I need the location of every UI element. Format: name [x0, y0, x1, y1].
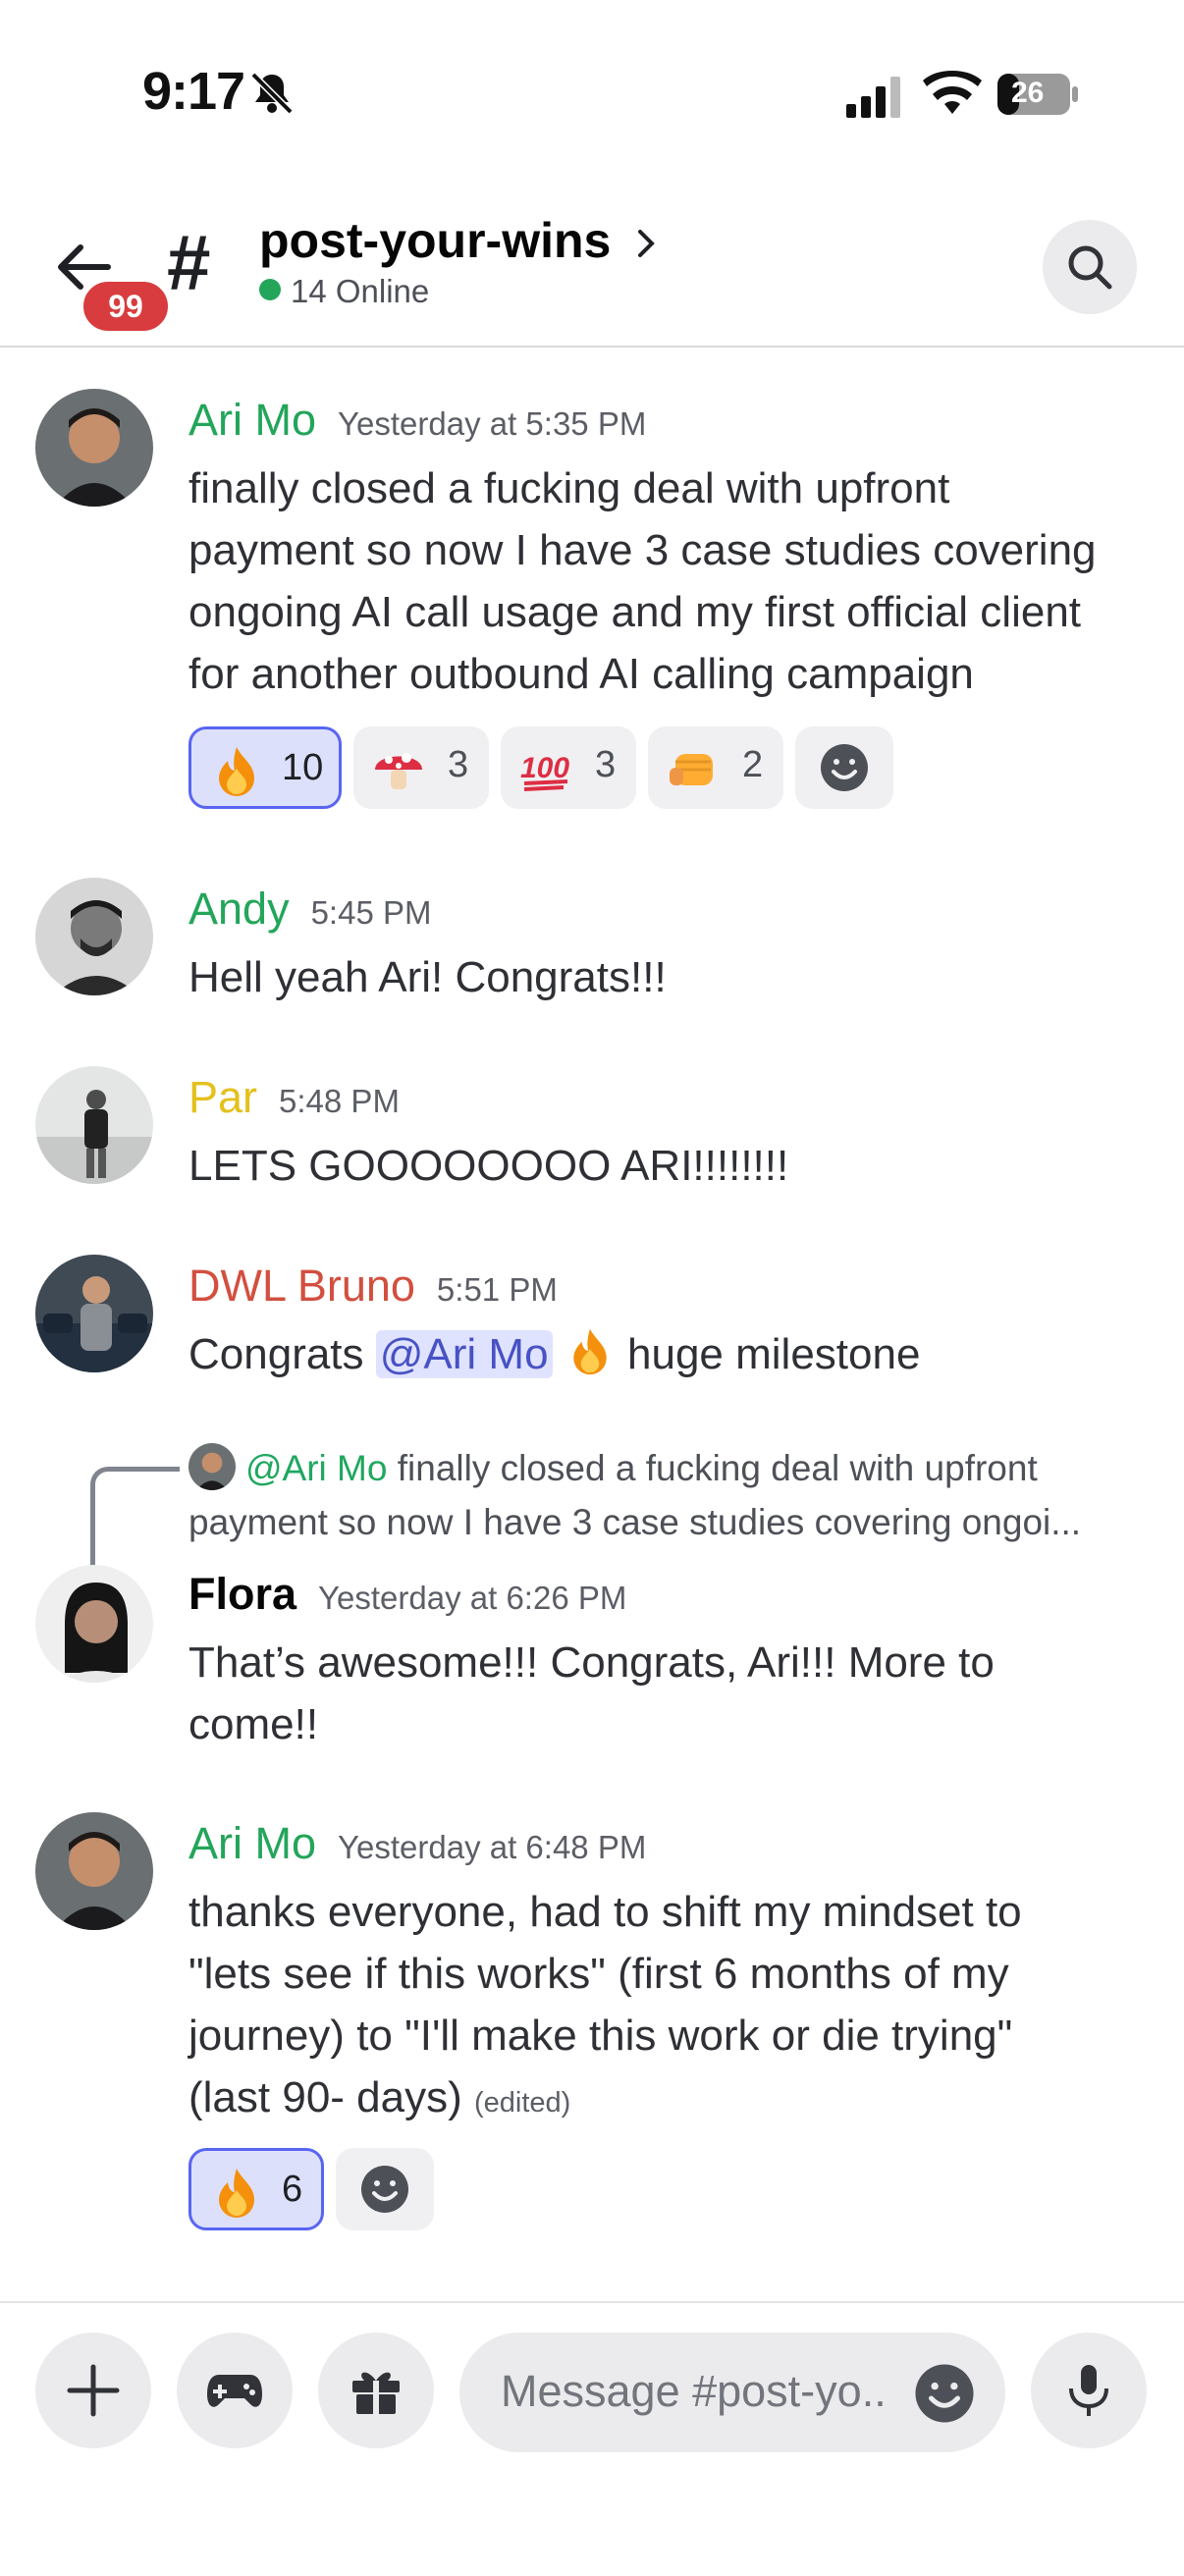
- channel-name[interactable]: post-your-wins: [259, 212, 611, 269]
- channel-hash-icon: #: [167, 219, 211, 306]
- reaction-hundred[interactable]: 100 3: [501, 726, 636, 809]
- timestamp: 5:51 PM: [436, 1271, 558, 1308]
- username[interactable]: DWL Bruno: [188, 1261, 415, 1311]
- status-bar: 9:17 26: [0, 0, 1184, 187]
- reply-preview[interactable]: @Ari Mo finally closed a fucking deal wi…: [188, 1441, 1170, 1549]
- channel-header: 99 # post-your-wins 14 Online: [0, 196, 1184, 348]
- reaction-mushroom[interactable]: 3: [353, 726, 489, 809]
- reaction-fire[interactable]: 10: [188, 726, 342, 809]
- message-input[interactable]: Message #post-yo..: [459, 2333, 1005, 2452]
- reaction-fist[interactable]: 2: [648, 726, 783, 809]
- username[interactable]: Ari Mo: [188, 1818, 316, 1868]
- avatar[interactable]: [35, 1255, 153, 1372]
- fist-emoji-icon: [670, 754, 713, 785]
- bell-muted-icon: [250, 72, 294, 115]
- gift-icon: [352, 2372, 400, 2416]
- username[interactable]: Par: [188, 1072, 257, 1122]
- message-text: LETS GOOOOOOOO ARI!!!!!!!!: [188, 1142, 789, 1190]
- timestamp: Yesterday at 5:35 PM: [338, 405, 647, 442]
- edited-label: (edited): [474, 2087, 571, 2119]
- message-text: finally closed a fucking deal with upfro…: [188, 464, 1097, 698]
- battery-level: 26: [1011, 77, 1045, 109]
- online-dot-icon: [259, 279, 281, 300]
- reaction-fire[interactable]: 6: [188, 2148, 324, 2230]
- voice-message-button[interactable]: [1031, 2333, 1147, 2448]
- message-composer: Message #post-yo..: [0, 2301, 1184, 2576]
- avatar[interactable]: [35, 878, 153, 995]
- add-reaction-button[interactable]: [795, 726, 893, 809]
- avatar[interactable]: [35, 1066, 153, 1184]
- cell-signal-icon: [846, 77, 900, 118]
- emoji-picker-icon[interactable]: [913, 2362, 976, 2425]
- unread-badge: 99: [79, 277, 173, 336]
- smiley-add-icon: [821, 744, 868, 791]
- add-reaction-button[interactable]: [336, 2148, 434, 2230]
- fire-emoji-icon: [573, 1328, 607, 1375]
- reply-mention: @Ari Mo: [245, 1448, 388, 1488]
- timestamp: Yesterday at 6:48 PM: [338, 1829, 647, 1865]
- user-mention[interactable]: @Ari Mo: [375, 1330, 553, 1378]
- reply-avatar: [188, 1443, 236, 1490]
- plus-icon: [67, 2364, 120, 2417]
- mushroom-emoji-icon: [375, 753, 422, 789]
- timestamp: 5:48 PM: [279, 1083, 400, 1119]
- username[interactable]: Flora: [188, 1569, 296, 1619]
- fire-emoji-icon: [219, 2169, 254, 2218]
- username[interactable]: Ari Mo: [188, 395, 316, 445]
- smiley-add-icon: [361, 2166, 408, 2213]
- activities-button[interactable]: [177, 2333, 293, 2448]
- message-text: Congrats @Ari Mo huge milestone: [188, 1323, 1151, 1385]
- username[interactable]: Andy: [188, 884, 290, 934]
- svg-text:100: 100: [520, 752, 569, 784]
- message-text: thanks everyone, had to shift my mindset…: [188, 1888, 1022, 2121]
- gift-button[interactable]: [318, 2333, 434, 2448]
- message-text: That’s awesome!!! Congrats, Ari!!! More …: [188, 1638, 995, 1748]
- gamepad-icon: [207, 2375, 262, 2407]
- clock: 9:17: [142, 62, 245, 121]
- attach-button[interactable]: [35, 2333, 151, 2448]
- avatar[interactable]: [35, 389, 153, 507]
- avatar[interactable]: [35, 1812, 153, 1930]
- wifi-icon: [923, 71, 982, 114]
- timestamp: Yesterday at 6:26 PM: [318, 1580, 627, 1616]
- online-count: 14 Online: [259, 273, 429, 310]
- hundred-emoji-icon: 100: [520, 752, 569, 791]
- search-icon: [1068, 245, 1112, 290]
- timestamp: 5:45 PM: [310, 894, 432, 931]
- chevron-right-icon[interactable]: [632, 222, 662, 265]
- message-text: Hell yeah Ari! Congrats!!!: [188, 953, 667, 1001]
- microphone-icon: [1069, 2365, 1108, 2416]
- reply-connector: [90, 1467, 180, 1582]
- search-button[interactable]: [1043, 220, 1137, 314]
- avatar[interactable]: [35, 1565, 153, 1683]
- message-placeholder: Message #post-yo..: [501, 2366, 887, 2416]
- fire-emoji-icon: [219, 747, 254, 796]
